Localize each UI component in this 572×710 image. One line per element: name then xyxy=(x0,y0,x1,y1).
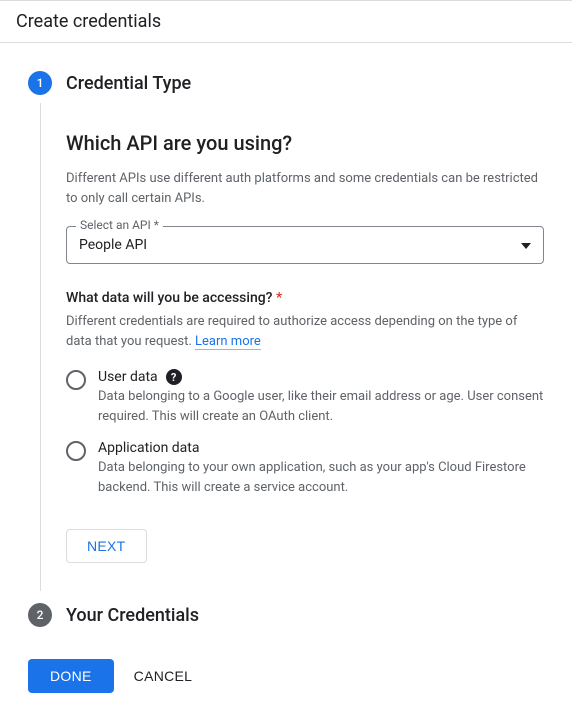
step-2-title: Your Credentials xyxy=(66,605,199,626)
api-section-desc: Different APIs use different auth platfo… xyxy=(66,169,544,208)
main-content: 1 Credential Type Which API are you usin… xyxy=(0,43,572,709)
radio-user-data-label: User data xyxy=(98,369,158,385)
step-2-header: 2 Your Credentials xyxy=(28,603,544,627)
radio-application-data-content: Application data Data belonging to your … xyxy=(98,440,544,497)
radio-application-data-desc: Data belonging to your own application, … xyxy=(98,458,544,497)
radio-item-user-data: User data ? Data belonging to a Google u… xyxy=(66,369,544,426)
data-access-question-text: What data will you be accessing? xyxy=(66,290,272,306)
data-access-desc-text: Different credentials are required to au… xyxy=(66,314,517,349)
data-access-question: What data will you be accessing? * xyxy=(66,290,544,306)
bottom-actions: DONE CANCEL xyxy=(28,659,544,693)
radio-user-data-label-row: User data ? xyxy=(98,369,544,385)
required-asterisk: * xyxy=(276,290,282,306)
api-select-wrap: Select an API * People API xyxy=(66,226,544,264)
step-1-body: Which API are you using? Different APIs … xyxy=(40,103,544,591)
data-access-radio-group: User data ? Data belonging to a Google u… xyxy=(66,369,544,497)
step-1-badge: 1 xyxy=(28,71,52,95)
page-title: Create credentials xyxy=(0,0,572,43)
learn-more-link[interactable]: Learn more xyxy=(195,334,261,350)
help-icon[interactable]: ? xyxy=(166,369,182,385)
step-1-header: 1 Credential Type xyxy=(28,71,544,95)
step-2-badge: 2 xyxy=(28,603,52,627)
done-button[interactable]: DONE xyxy=(28,659,114,693)
cancel-button[interactable]: CANCEL xyxy=(134,668,193,684)
api-select-value: People API xyxy=(79,237,147,253)
radio-user-data-desc: Data belonging to a Google user, like th… xyxy=(98,387,544,426)
radio-application-data-label-row: Application data xyxy=(98,440,544,456)
radio-item-application-data: Application data Data belonging to your … xyxy=(66,440,544,497)
api-section-heading: Which API are you using? xyxy=(66,131,544,155)
radio-application-data-label: Application data xyxy=(98,440,200,456)
radio-user-data[interactable] xyxy=(66,370,86,390)
step-1-title: Credential Type xyxy=(66,73,191,94)
radio-user-data-content: User data ? Data belonging to a Google u… xyxy=(98,369,544,426)
next-button[interactable]: NEXT xyxy=(66,529,147,563)
chevron-down-icon xyxy=(521,237,531,253)
data-access-desc: Different credentials are required to au… xyxy=(66,312,544,351)
radio-application-data[interactable] xyxy=(66,441,86,461)
api-select-label: Select an API * xyxy=(76,218,163,232)
